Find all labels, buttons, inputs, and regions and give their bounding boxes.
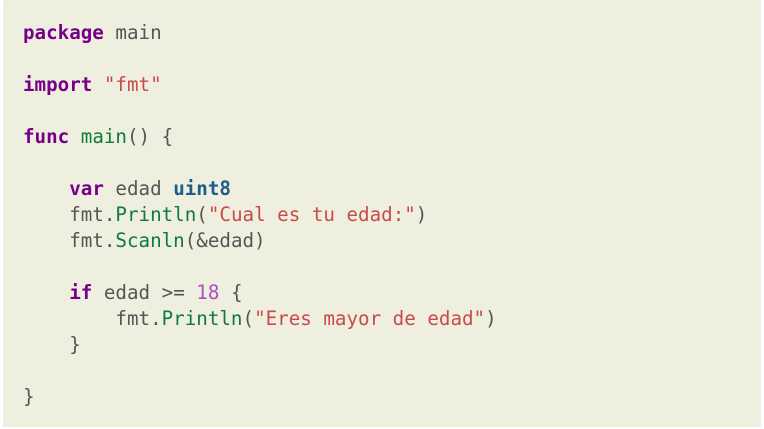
code-text: package main import "fmt" func main() { va…: [23, 20, 761, 410]
code-token: Scanln: [115, 229, 185, 252]
code-token: import: [23, 73, 93, 96]
code-token: Println: [115, 203, 197, 226]
code-token: edad >=: [92, 281, 197, 304]
code-token: }: [23, 333, 81, 356]
code-block: package main import "fmt" func main() { va…: [3, 0, 761, 427]
code-token: main: [103, 21, 162, 44]
code-token: main: [80, 125, 127, 148]
code-line: fmt.Println("Cual es tu edad:"): [23, 202, 761, 228]
code-token: {: [219, 281, 243, 304]
code-line: package main: [23, 20, 761, 46]
code-token: (&edad): [184, 229, 266, 252]
code-line: fmt.Println("Eres mayor de edad"): [23, 306, 761, 332]
code-line: func main() {: [23, 124, 761, 150]
code-line: fmt.Scanln(&edad): [23, 228, 761, 254]
code-line: import "fmt": [23, 72, 761, 98]
code-token: Println: [161, 307, 243, 330]
code-token: var: [69, 177, 104, 200]
code-token: fmt.: [23, 229, 116, 252]
code-token: "fmt": [103, 73, 162, 96]
code-token: (: [196, 203, 208, 226]
code-token: ): [415, 203, 428, 226]
code-token: fmt.: [23, 203, 116, 226]
code-token: ): [485, 307, 497, 330]
code-token: (: [242, 307, 255, 330]
code-line: if edad >= 18 {: [23, 280, 761, 306]
code-token: if: [69, 281, 93, 304]
code-token: "Eres mayor de edad": [254, 307, 486, 330]
code-token: package: [23, 21, 104, 44]
code-token: "Cual es tu edad:": [207, 203, 416, 226]
code-line: }: [23, 332, 761, 358]
code-token: func: [23, 125, 70, 148]
code-token: () {: [127, 125, 174, 148]
code-token: }: [23, 385, 35, 408]
code-token: uint8: [173, 177, 231, 200]
code-line: var edad uint8: [23, 176, 761, 202]
code-token: fmt.: [23, 307, 162, 330]
code-token: edad: [103, 177, 174, 200]
code-token: 18: [196, 281, 220, 304]
code-line: }: [23, 384, 761, 410]
